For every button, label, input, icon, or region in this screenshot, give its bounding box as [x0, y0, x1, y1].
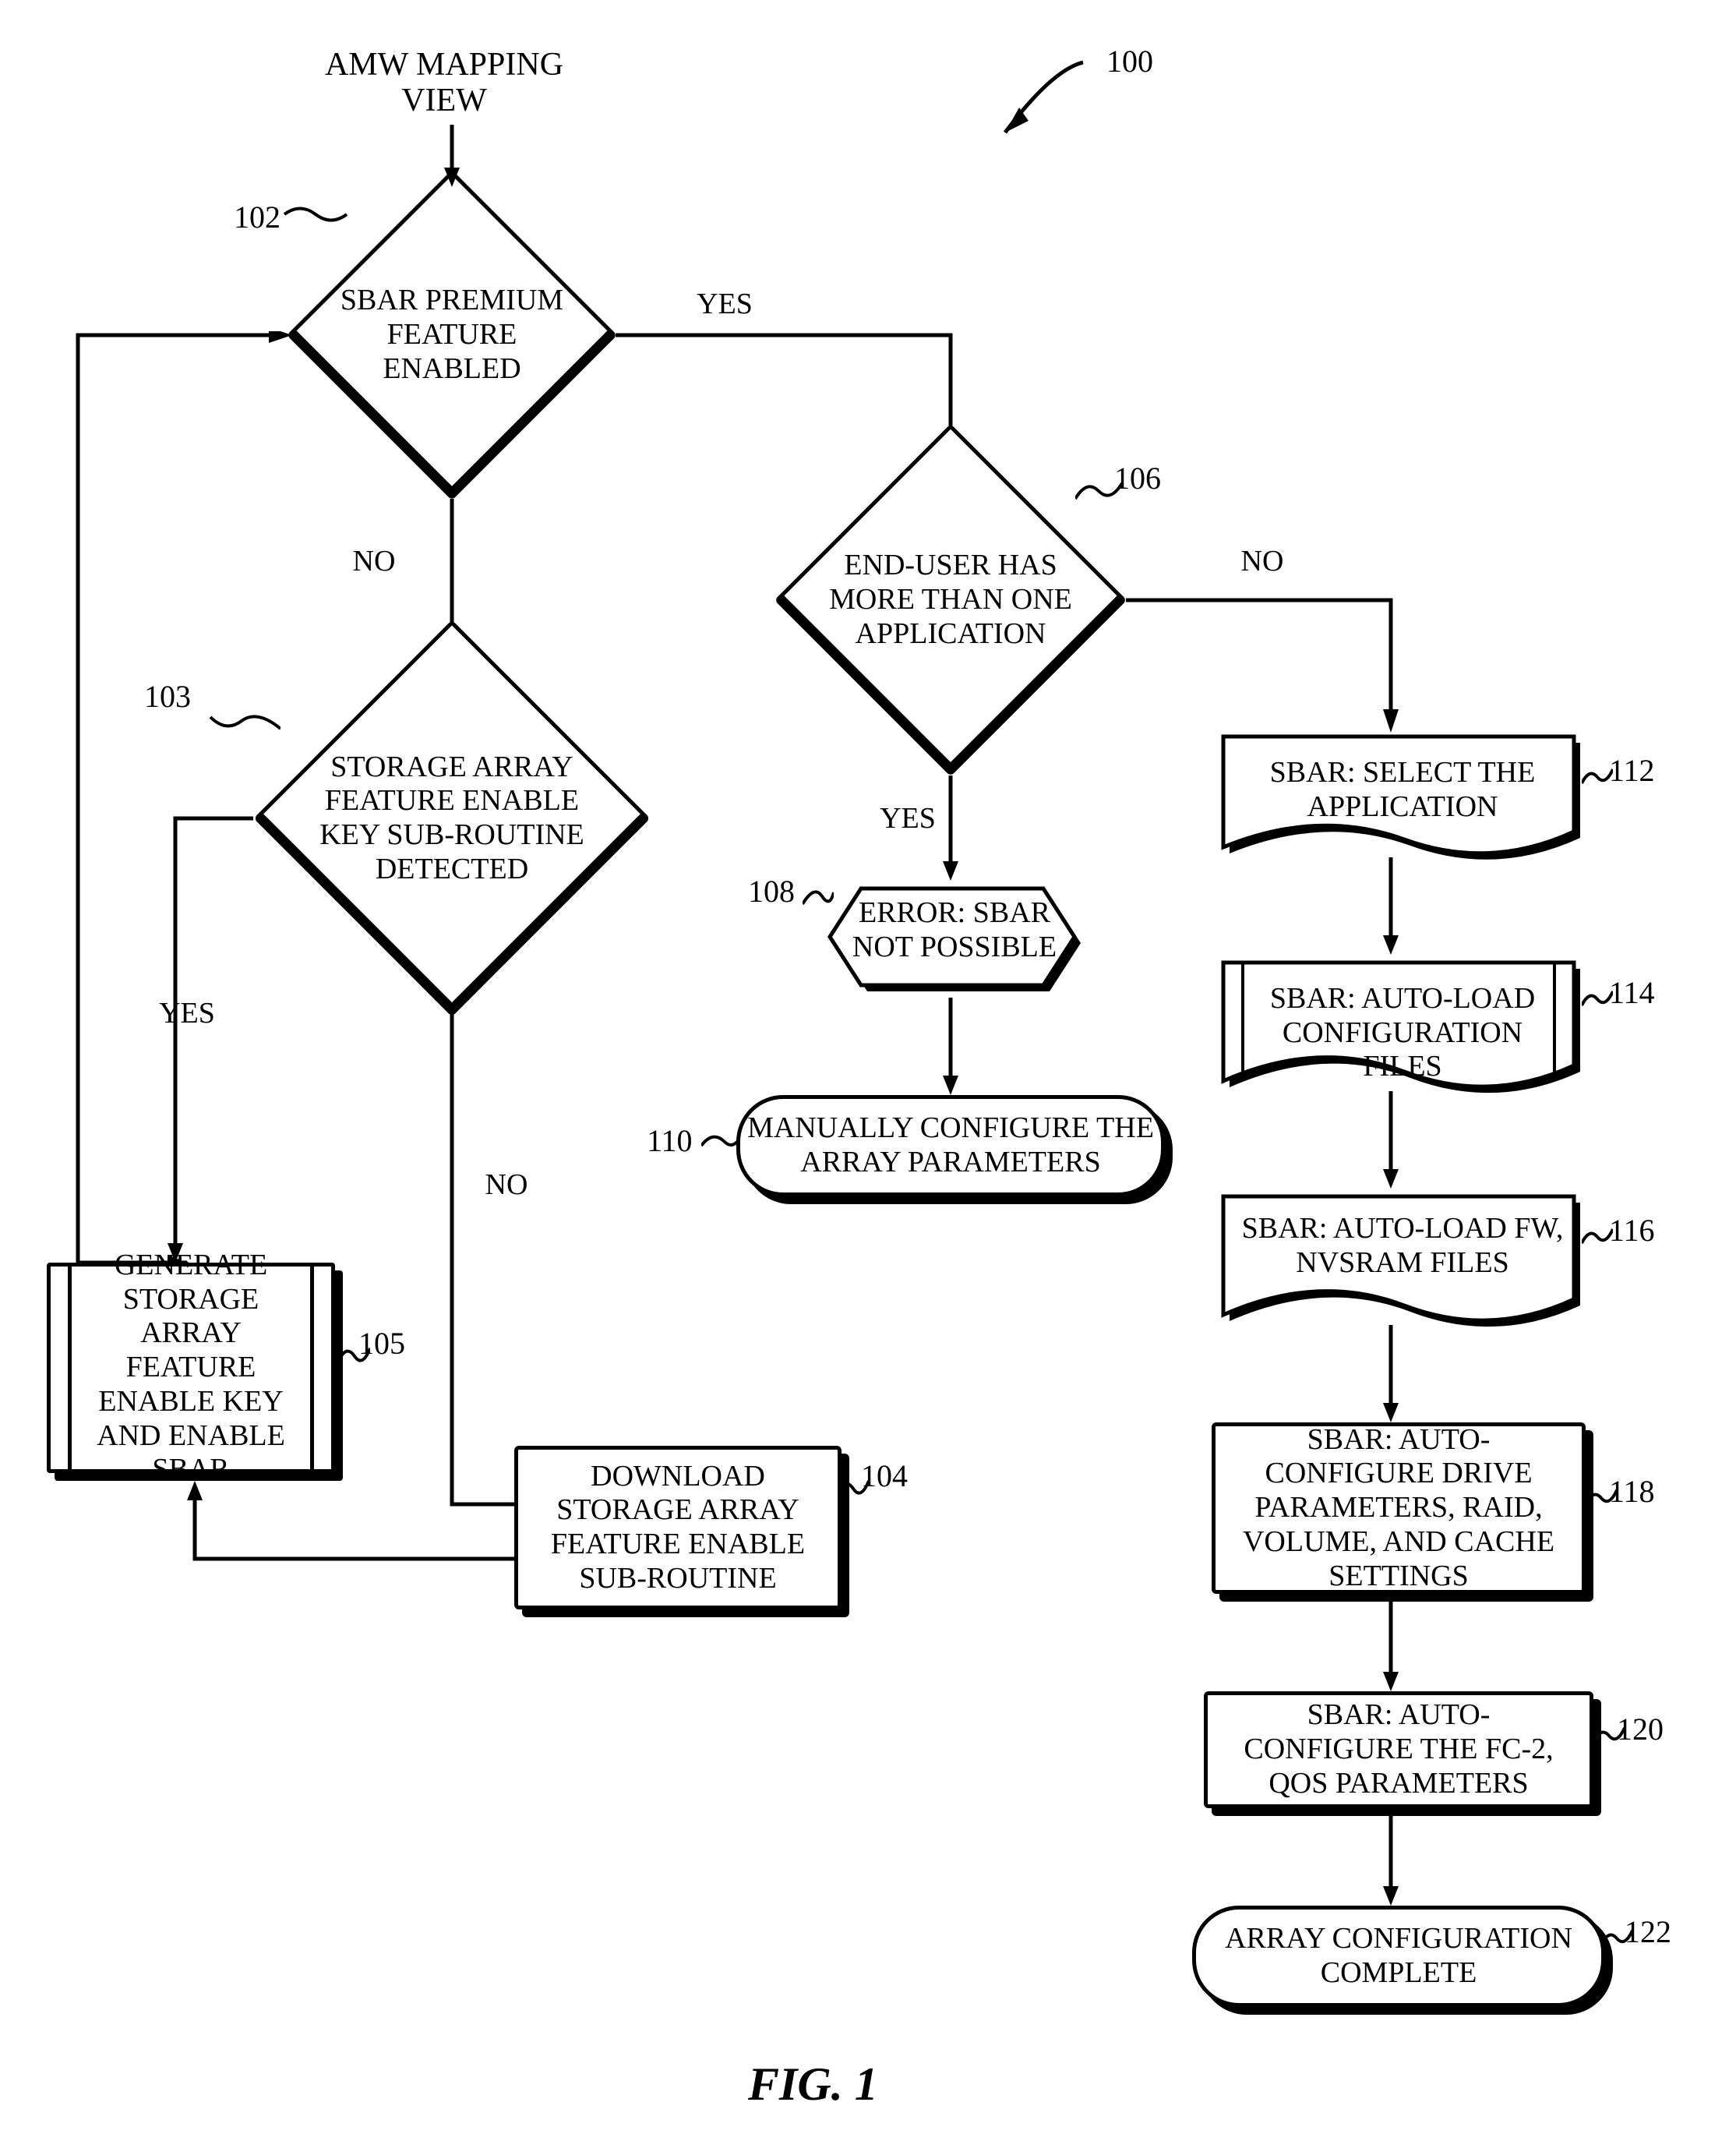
process-120: SBAR: AUTO-CONFIGURE THE FC-2, QOS PARAM… [1204, 1691, 1593, 1808]
card-116-text: SBAR: AUTO-LOAD FW, NVSRAM FILES [1231, 1212, 1574, 1280]
flowchart-canvas: AMW MAPPING VIEW 100 SBAR PREMIUM FEATUR… [0, 0, 1736, 2141]
edge-112-114 [1383, 857, 1399, 959]
squiggle-104 [838, 1465, 869, 1504]
decision-102-text: SBAR PREMIUM FEATURE ENABLED [335, 284, 569, 386]
edge-114-116 [1383, 1091, 1399, 1192]
edge-106-112 [1126, 596, 1406, 737]
edge-118-120 [1383, 1602, 1399, 1695]
process-118: SBAR: AUTO-CONFIGURE DRIVE PARAMETERS, R… [1212, 1422, 1586, 1594]
process-120-text: SBAR: AUTO-CONFIGURE THE FC-2, QOS PARAM… [1223, 1698, 1574, 1800]
edge-106-no: NO [1231, 546, 1293, 578]
terminator-110-text: MANUALLY CONFIGURE THE ARRAY PARAMETERS [740, 1111, 1161, 1179]
squiggle-112 [1582, 760, 1613, 791]
squiggle-108 [803, 881, 834, 912]
decision-end-user: END-USER HAS MORE THAN ONE APPLICATION [774, 424, 1127, 777]
decision-103-text: STORAGE ARRAY FEATURE ENABLE KEY SUB-ROU… [312, 751, 592, 887]
terminator-122: ARRAY CONFIGURATION COMPLETE [1192, 1906, 1605, 2007]
edge-108-110 [943, 998, 958, 1099]
figure-caption: FIG. 1 [748, 2058, 878, 2111]
process-105-text: GENERATE STORAGE ARRAY FEATURE ENABLE KE… [51, 1249, 331, 1487]
terminator-110: MANUALLY CONFIGURE THE ARRAY PARAMETERS [736, 1095, 1165, 1196]
squiggle-102 [277, 203, 355, 242]
title-text: AMW MAPPING VIEW [288, 47, 600, 118]
squiggle-114 [1582, 982, 1613, 1013]
edge-106-108 [943, 775, 958, 885]
decision-106-text: END-USER HAS MORE THAN ONE APPLICATION [826, 549, 1075, 651]
edge-105-102 [70, 331, 296, 1267]
decision-storage-key: STORAGE ARRAY FEATURE ENABLE KEY SUB-ROU… [253, 620, 650, 1016]
process-105: GENERATE STORAGE ARRAY FEATURE ENABLE KE… [47, 1263, 335, 1473]
edge-102-yes: YES [686, 288, 764, 321]
edge-120-122 [1383, 1816, 1399, 1910]
ref-112: 112 [1609, 752, 1655, 789]
process-104: DOWNLOAD STORAGE ARRAY FEATURE ENABLE SU… [514, 1446, 842, 1609]
edge-116-118 [1383, 1325, 1399, 1426]
ref-100: 100 [1106, 43, 1153, 79]
ref-116: 116 [1609, 1212, 1655, 1249]
ref-110: 110 [647, 1122, 693, 1159]
squiggle-105 [339, 1333, 370, 1372]
squiggle-120 [1593, 1719, 1625, 1750]
edge-103-104 [444, 1013, 670, 1520]
card-114-text: SBAR: AUTO-LOAD CONFIGURATION FILES [1247, 982, 1558, 1084]
ref-108: 108 [748, 873, 795, 910]
squiggle-116 [1582, 1220, 1613, 1251]
terminator-122-text: ARRAY CONFIGURATION COMPLETE [1196, 1922, 1601, 1990]
squiggle-110 [701, 1130, 740, 1161]
edge-106-yes: YES [869, 803, 947, 836]
squiggle-106 [1075, 475, 1122, 507]
error-108-text: ERROR: SBAR NOT POSSIBLE [826, 896, 1083, 964]
squiggle-118 [1586, 1481, 1617, 1512]
ref-arrow-100 [958, 47, 1114, 156]
card-112-text: SBAR: SELECT THE APPLICATION [1231, 756, 1574, 824]
process-104-text: DOWNLOAD STORAGE ARRAY FEATURE ENABLE SU… [534, 1460, 822, 1596]
squiggle-122 [1601, 1921, 1632, 1952]
edge-102-no: NO [343, 546, 405, 578]
ref-114: 114 [1609, 974, 1655, 1011]
edge-title-102 [444, 125, 460, 187]
ref-102: 102 [234, 199, 281, 235]
process-118-text: SBAR: AUTO-CONFIGURE DRIVE PARAMETERS, R… [1231, 1423, 1566, 1593]
